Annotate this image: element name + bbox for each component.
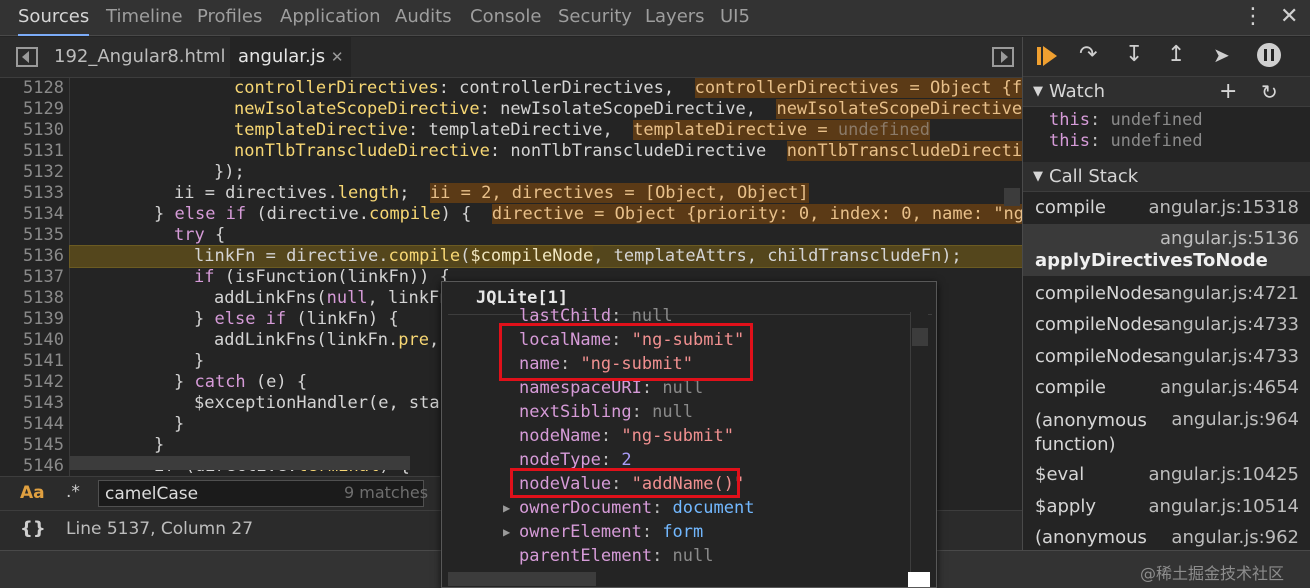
call-frame[interactable]: compileNodes angular.js:4733	[1023, 343, 1310, 373]
call-frame[interactable]: $apply angular.js:10514	[1023, 493, 1310, 523]
current-execution-line: 5136 linkFn = directive.compile($compileN…	[23, 245, 1022, 268]
call-frame-selected[interactable]: angular.js:5136 applyDirectivesToNode	[1023, 224, 1310, 276]
close-icon[interactable]: ✕	[1280, 4, 1298, 29]
pause-on-exceptions-icon[interactable]	[1257, 43, 1281, 67]
expand-arrow-icon[interactable]: ▶	[503, 496, 510, 520]
call-frame[interactable]: compile angular.js:15318	[1023, 194, 1310, 224]
tab-security[interactable]: Security	[558, 0, 632, 36]
highlight-box-names	[499, 323, 753, 381]
toggle-debugger-icon[interactable]	[992, 47, 1014, 67]
deactivate-breakpoints-icon[interactable]: ➤	[1213, 43, 1230, 67]
code-line: 5132});	[23, 162, 245, 182]
property-row[interactable]: nextSibling: null	[519, 400, 693, 424]
code-line: 5135 try {	[23, 225, 226, 245]
popover-scrollbar[interactable]	[910, 312, 928, 582]
match-case-toggle[interactable]: Aa	[20, 483, 45, 503]
code-line: 5128 controllerDirectives: controllerDire…	[0, 78, 1022, 99]
tab-console[interactable]: Console	[470, 0, 541, 36]
call-frame[interactable]: $eval angular.js:10425	[1023, 461, 1310, 491]
expand-triangle-icon: ▼	[1033, 169, 1043, 184]
cursor-position: Line 5137, Column 27	[66, 519, 254, 539]
devtools-tab-bar: Sources Timeline Profiles Application Au…	[0, 0, 1310, 36]
add-watch-icon[interactable]: +	[1219, 77, 1237, 107]
horizontal-scrollbar[interactable]	[70, 456, 410, 470]
call-frame[interactable]: compileNodes angular.js:4721	[1023, 280, 1310, 310]
object-inspector-popover[interactable]: JQLite[1] lastChild: null localName: "ng…	[441, 281, 937, 588]
code-line: 5130 templateDirective: templateDirective…	[23, 120, 930, 140]
property-row-expandable[interactable]: ▶ ownerDocument: document	[503, 496, 754, 520]
debugger-sidebar: ↷ ↧ ↥ ➤ ▼ Watch + ↻ this: undefined this…	[1022, 37, 1310, 550]
call-frame[interactable]: (anonymous function) angular.js:964	[1023, 406, 1310, 460]
tab-audits[interactable]: Audits	[395, 0, 452, 36]
popover-corner	[908, 572, 930, 587]
call-frame[interactable]: compile angular.js:4654	[1023, 374, 1310, 404]
regex-toggle[interactable]: .*	[66, 482, 80, 502]
property-row[interactable]: parentElement: null	[519, 544, 714, 568]
pretty-print-icon[interactable]: {}	[20, 518, 46, 539]
file-tab-angular-js[interactable]: angular.js ✕	[230, 37, 352, 77]
tab-layers[interactable]: Layers	[645, 0, 705, 36]
step-over-icon[interactable]: ↷	[1079, 42, 1097, 67]
search-bar: Aa .* 9 matches	[0, 476, 440, 510]
code-line: 5131 nonTlbTranscludeDirective: nonTlbTra…	[0, 141, 1022, 162]
property-row-expandable[interactable]: ▶ ownerElement: form	[503, 520, 703, 544]
property-row[interactable]: nodeName: "ng-submit"	[519, 424, 734, 448]
expand-arrow-icon[interactable]: ▶	[503, 520, 510, 544]
tab-profiles[interactable]: Profiles	[197, 0, 262, 36]
call-stack-title: Call Stack	[1049, 166, 1139, 187]
close-tab-icon[interactable]: ✕	[331, 48, 344, 66]
resume-icon[interactable]	[1037, 45, 1057, 67]
file-tab-label: angular.js	[238, 46, 326, 67]
debugger-toolbar: ↷ ↧ ↥ ➤	[1023, 37, 1310, 77]
call-frame[interactable]: compileNodes angular.js:4733	[1023, 311, 1310, 341]
popover-hscroll[interactable]	[448, 572, 596, 586]
tab-sources[interactable]: Sources	[18, 0, 90, 36]
watch-section-header[interactable]: ▼ Watch + ↻	[1023, 77, 1310, 107]
tab-timeline[interactable]: Timeline	[106, 0, 183, 36]
toggle-navigator-icon[interactable]	[16, 47, 38, 67]
call-stack-section-header[interactable]: ▼ Call Stack	[1023, 162, 1310, 192]
match-count: 9 matches	[344, 483, 429, 502]
refresh-icon[interactable]: ↻	[1261, 77, 1278, 107]
expand-triangle-icon: ▼	[1033, 84, 1043, 99]
code-line: 5133 ii = directives.length; ii = 2, dire…	[23, 183, 809, 203]
tab-ui5[interactable]: UI5	[720, 0, 750, 36]
step-out-icon[interactable]: ↥	[1167, 42, 1185, 67]
file-tab-192-angular8[interactable]: 192_Angular8.html	[54, 37, 226, 77]
call-frame[interactable]: (anonymous angular.js:962	[1023, 524, 1310, 550]
watch-title: Watch	[1049, 81, 1106, 102]
vertical-scrollbar[interactable]	[1004, 188, 1020, 206]
highlight-box-node-value	[510, 468, 740, 498]
tab-application[interactable]: Application	[280, 0, 381, 36]
code-line: 5129 newIsolateScopeDirective: newIsolate…	[0, 99, 1022, 120]
watermark: @稀土掘金技术社区	[1140, 564, 1285, 583]
step-into-icon[interactable]: ↧	[1125, 42, 1143, 67]
code-line: 5134} else if (directive.compile) { dire…	[0, 204, 1022, 225]
watch-row[interactable]: this: undefined	[1049, 131, 1203, 151]
file-tab-bar: 192_Angular8.html angular.js ✕	[0, 37, 1022, 78]
more-menu-icon[interactable]: ⋮	[1242, 4, 1264, 29]
watch-row[interactable]: this: undefined	[1049, 110, 1203, 130]
